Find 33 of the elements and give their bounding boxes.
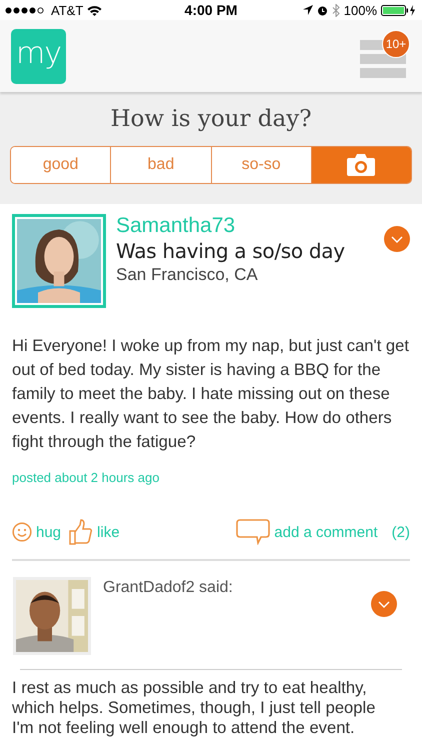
comment-text: I rest as much as possible and try to eat healthy, which helps. Sometimes, though, I just tell people I'm not feeling well enough to attend the event.: [12, 678, 376, 738]
smiley-icon[interactable]: [12, 522, 32, 542]
wifi-icon: [87, 4, 102, 16]
camera-icon: [347, 154, 376, 176]
comment-author: GrantDadof2 said:: [102, 579, 234, 597]
bluetooth-icon: [332, 4, 340, 16]
mood-button[interactable]: good: [11, 147, 110, 183]
speech-bubble-icon[interactable]: [236, 519, 270, 545]
location-text: San Francisco, CA: [116, 264, 259, 286]
battery-percent: 100%: [344, 2, 378, 18]
mood-status: Was having a so/so day: [116, 238, 346, 264]
mood-question: How is your day?: [109, 106, 313, 132]
carrier-name: AT&T: [51, 2, 84, 18]
like-link[interactable]: like: [97, 524, 120, 540]
camera-button[interactable]: [310, 147, 411, 183]
dropdown-chevron-icon[interactable]: [384, 226, 410, 252]
battery-icon: [381, 4, 418, 16]
post-timestamp: posted about 2 hours ago: [12, 470, 160, 485]
alarm-clock-icon: [316, 4, 328, 16]
thumbs-up-icon[interactable]: [69, 519, 94, 545]
post-text: Hi Everyone! I woke up from my nap, but just can't get out of bed today. My sister is having a BBQ for the family to meet the baby. I hate missing out on these events. I really want to see the baby. How do others fight through the fatigue?: [12, 335, 410, 453]
author-name[interactable]: Samantha73: [116, 214, 384, 238]
notification-badge: 10+: [382, 30, 410, 58]
add-comment-link[interactable]: add a comment: [274, 524, 378, 540]
mood-button[interactable]: bad: [110, 147, 210, 183]
location-arrow-icon: [302, 5, 313, 15]
hug-link[interactable]: hug: [36, 524, 62, 540]
mood-button[interactable]: so-so: [210, 147, 311, 183]
clock-time: 4:00 PM: [184, 2, 238, 18]
menu-button[interactable]: 10+: [360, 30, 410, 82]
comment-count: (2): [392, 524, 410, 540]
app-logo[interactable]: my: [11, 28, 66, 84]
dropdown-chevron-icon[interactable]: [371, 591, 397, 617]
